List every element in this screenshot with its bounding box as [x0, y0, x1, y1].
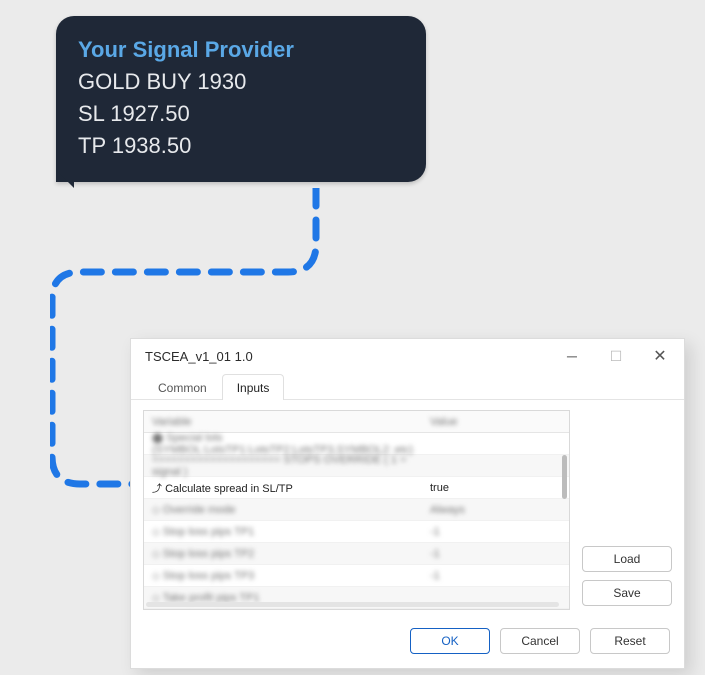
- number-icon: ◇: [152, 571, 160, 582]
- close-button[interactable]: ✕: [638, 341, 682, 371]
- table-row[interactable]: ◇ Stop loss pips TP1 -1: [144, 521, 569, 543]
- dialog-footer: OK Cancel Reset: [131, 620, 684, 668]
- signal-line-1: GOLD BUY 1930: [78, 66, 404, 98]
- load-button[interactable]: Load: [582, 546, 672, 572]
- column-variable: Variable: [144, 416, 424, 428]
- signal-provider-title: Your Signal Provider: [78, 34, 404, 66]
- row-value: true: [430, 482, 449, 494]
- signal-chat-bubble: Your Signal Provider GOLD BUY 1930 SL 19…: [56, 16, 426, 182]
- cancel-button[interactable]: Cancel: [500, 628, 580, 654]
- column-value: Value: [424, 416, 569, 428]
- maximize-button[interactable]: ☐: [594, 341, 638, 371]
- table-row-highlighted[interactable]: ⤴ Calculate spread in SL/TP true: [144, 477, 569, 499]
- number-icon: ◇: [152, 549, 160, 560]
- side-buttons: Load Save: [582, 410, 672, 610]
- string-icon: ⬤: [152, 433, 163, 444]
- grid-header: Variable Value: [144, 411, 569, 433]
- enum-icon: ◇: [152, 505, 160, 516]
- inputs-dialog: TSCEA_v1_01 1.0 ─ ☐ ✕ Common Inputs Vari…: [130, 338, 685, 669]
- signal-line-2: SL 1927.50: [78, 98, 404, 130]
- reset-button[interactable]: Reset: [590, 628, 670, 654]
- number-icon: ◇: [152, 527, 160, 538]
- horizontal-scrollbar[interactable]: [146, 602, 559, 607]
- vertical-scrollbar[interactable]: [562, 455, 567, 499]
- save-button[interactable]: Save: [582, 580, 672, 606]
- table-row[interactable]: ⬤ Special lots (SYMBOL:LotsTP1:LotsTP2:L…: [144, 433, 569, 455]
- row-variable: Calculate spread in SL/TP: [165, 483, 293, 495]
- table-row[interactable]: ◇ Stop loss pips TP3 -1: [144, 565, 569, 587]
- table-row[interactable]: ==================== STOPS OVERRIDE ( 1 …: [144, 455, 569, 477]
- tab-common[interactable]: Common: [143, 374, 222, 400]
- signal-line-3: TP 1938.50: [78, 130, 404, 162]
- inputs-grid[interactable]: Variable Value ⬤ Special lots (SYMBOL:Lo…: [143, 410, 570, 610]
- tab-inputs[interactable]: Inputs: [222, 374, 285, 400]
- table-row[interactable]: ◇ Override mode Always: [144, 499, 569, 521]
- bubble-tail: [56, 170, 74, 188]
- window-title: TSCEA_v1_01 1.0: [145, 349, 550, 364]
- ok-button[interactable]: OK: [410, 628, 490, 654]
- table-row[interactable]: ◇ Stop loss pips TP2 -1: [144, 543, 569, 565]
- titlebar: TSCEA_v1_01 1.0 ─ ☐ ✕: [131, 339, 684, 373]
- tab-strip: Common Inputs: [131, 373, 684, 400]
- minimize-button[interactable]: ─: [550, 341, 594, 371]
- bool-icon: ⤴: [152, 484, 162, 495]
